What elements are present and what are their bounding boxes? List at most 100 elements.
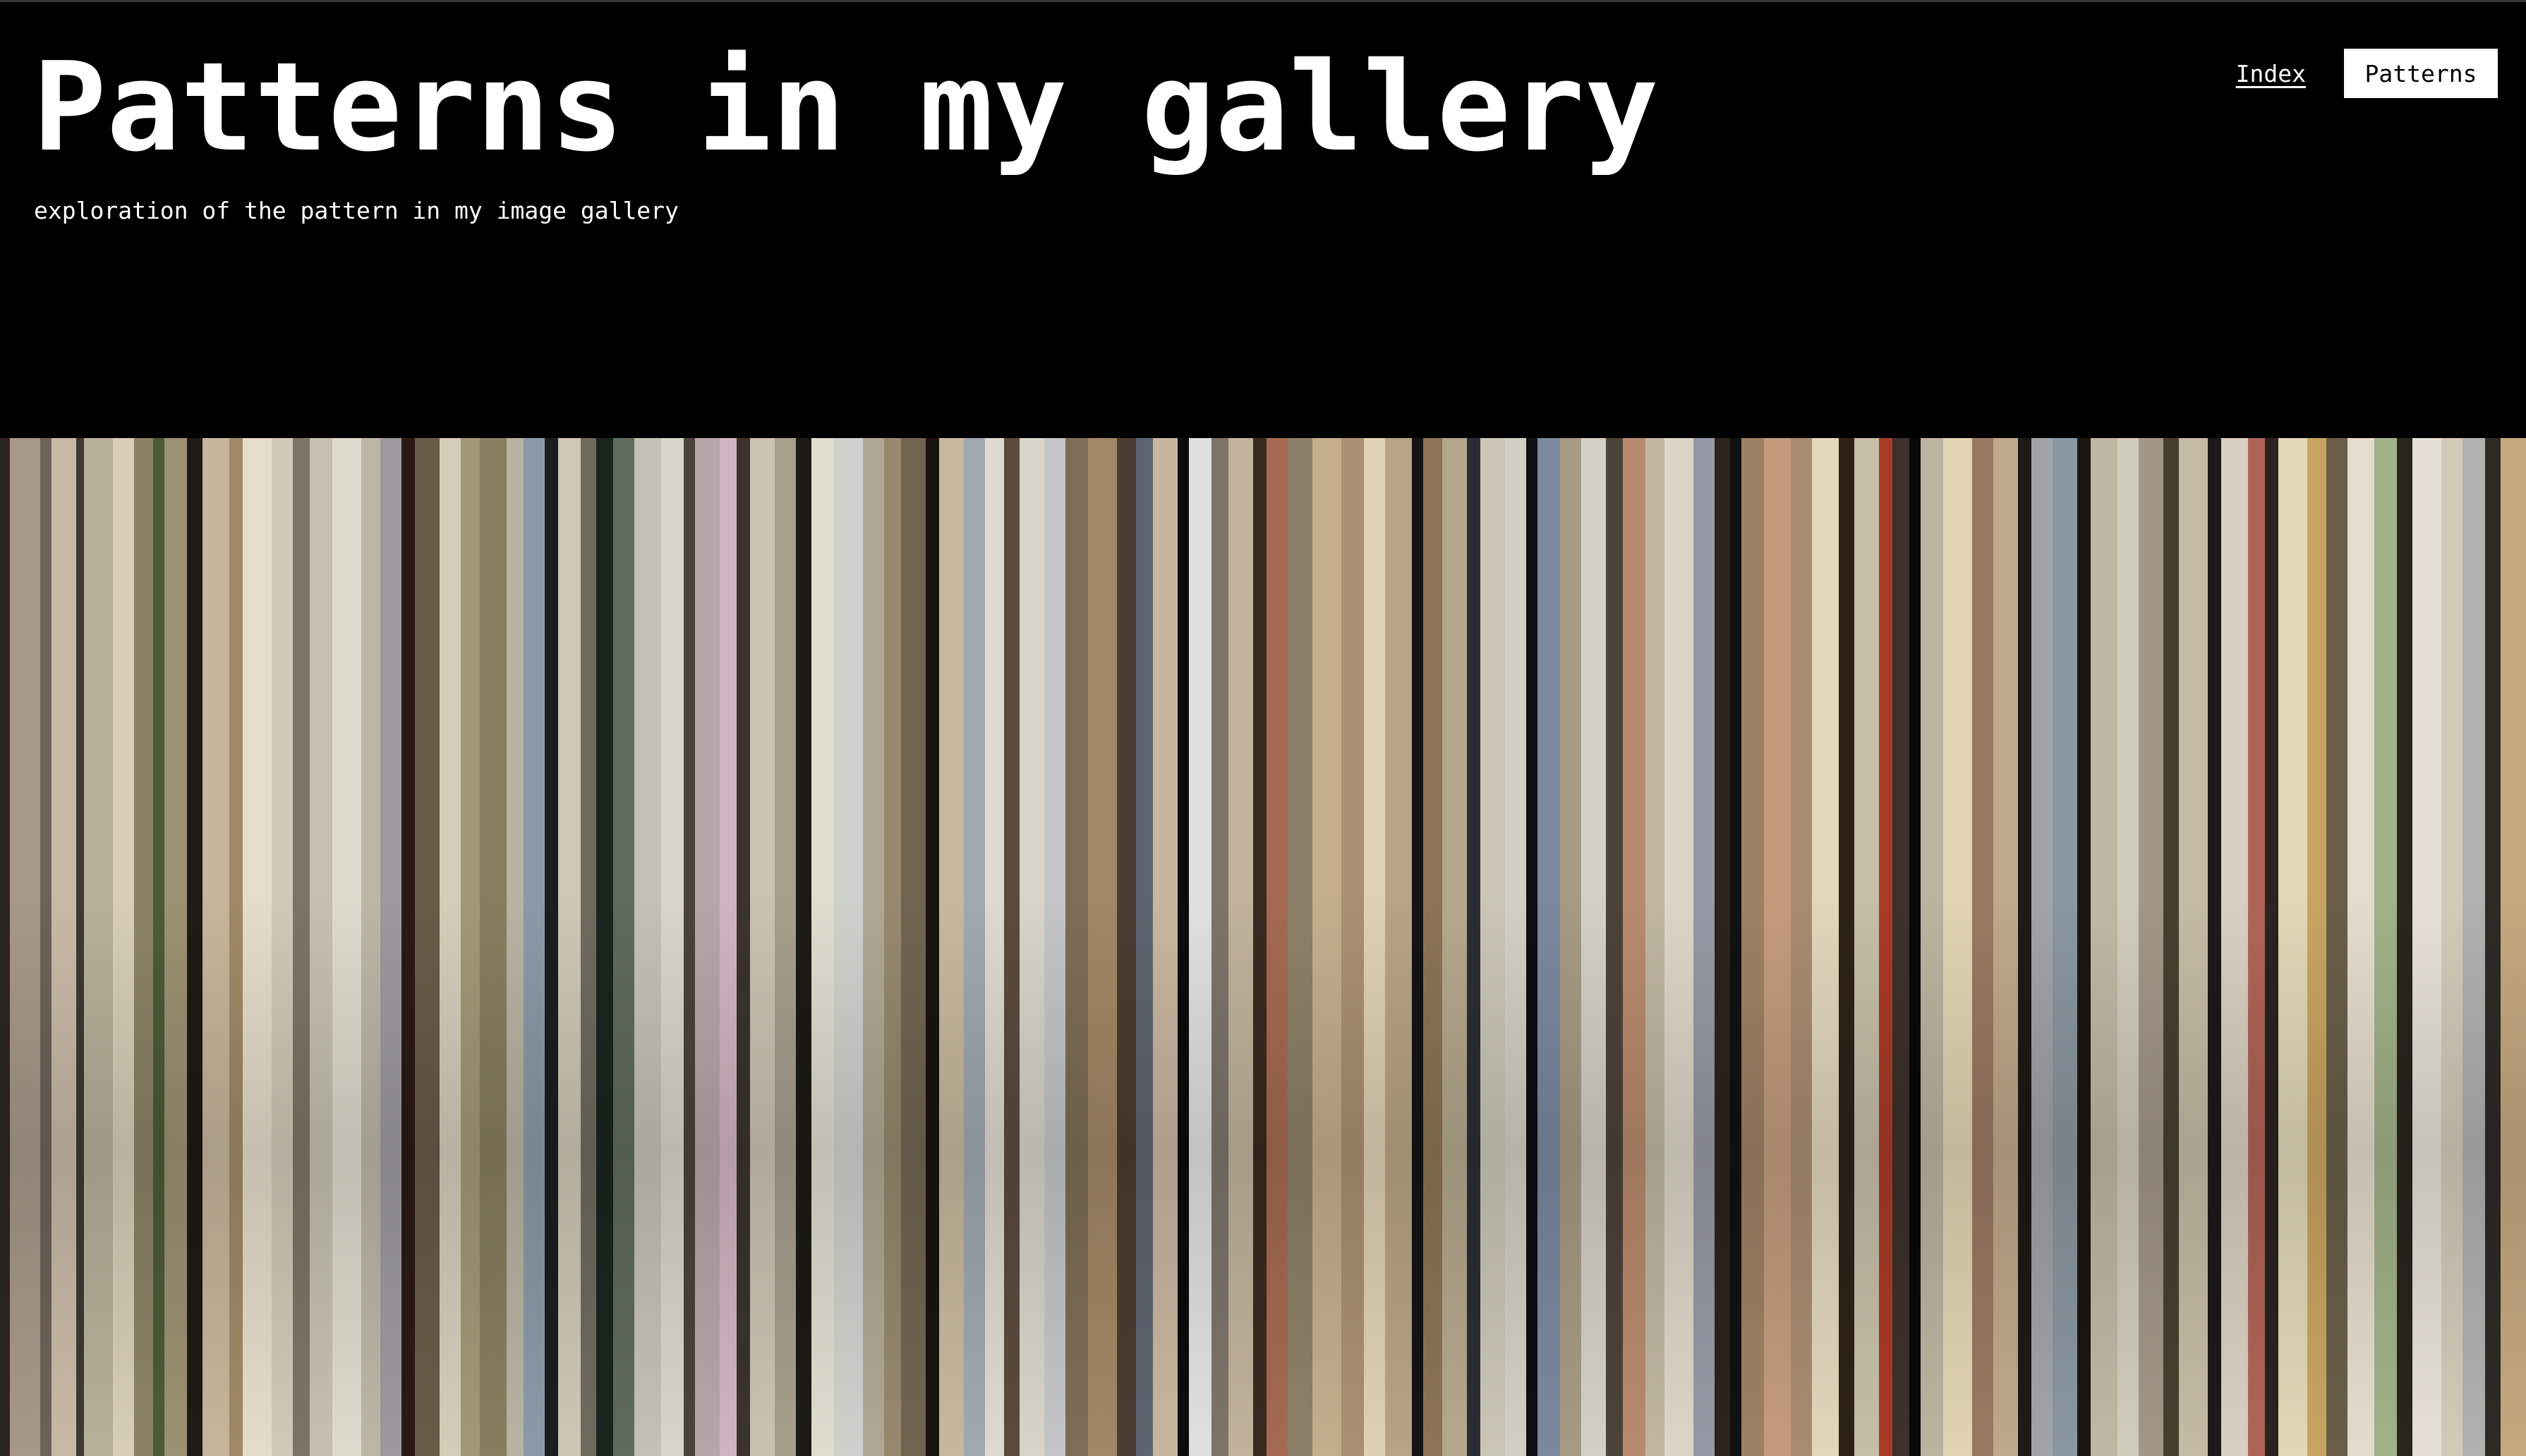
pattern-stripe	[684, 438, 695, 1456]
pattern-stripe	[558, 438, 581, 1456]
pattern-stripe	[52, 438, 76, 1456]
pattern-stripe	[1136, 438, 1153, 1456]
pattern-stripe	[380, 438, 401, 1456]
pattern-stripe	[1442, 438, 1467, 1456]
pattern-stripe	[2248, 438, 2265, 1456]
pattern-stripe	[1312, 438, 1341, 1456]
pattern-stripe	[1341, 438, 1364, 1456]
pattern-stripe	[1412, 438, 1423, 1456]
pattern-stripe	[1423, 438, 1442, 1456]
pattern-stripe	[1664, 438, 1693, 1456]
pattern-stripe	[1623, 438, 1645, 1456]
pattern-stripe	[634, 438, 661, 1456]
pattern-stripe	[1288, 438, 1312, 1456]
pattern-stripe	[1044, 438, 1065, 1456]
pattern-stripe	[1065, 438, 1088, 1456]
pattern-stripe	[76, 438, 84, 1456]
pattern-stripe	[84, 438, 113, 1456]
pattern-stripe	[1764, 438, 1791, 1456]
pattern-stripe	[401, 438, 415, 1456]
pattern-stripe	[811, 438, 834, 1456]
pattern-stripe	[695, 438, 720, 1456]
nav-link-index[interactable]: Index	[2236, 60, 2306, 87]
pattern-stripe	[1854, 438, 1879, 1456]
page-subtitle: exploration of the pattern in my image g…	[34, 197, 679, 224]
pattern-stripe	[1267, 438, 1288, 1456]
pattern-stripe	[1211, 438, 1228, 1456]
pattern-stripe	[440, 438, 461, 1456]
pattern-stripe	[2307, 438, 2326, 1456]
pattern-stripe	[507, 438, 524, 1456]
pattern-stripe	[1972, 438, 1993, 1456]
pattern-stripe	[2278, 438, 2307, 1456]
pattern-stripe	[272, 438, 293, 1456]
pattern-stripe	[1505, 438, 1526, 1456]
pattern-stripe	[985, 438, 1004, 1456]
pattern-stripe	[2139, 438, 2163, 1456]
pattern-stripe	[134, 438, 153, 1456]
pattern-stripe	[834, 438, 863, 1456]
pattern-stripe	[1178, 438, 1189, 1456]
pattern-stripe	[2208, 438, 2221, 1456]
color-pattern-strip	[0, 438, 2526, 1456]
pattern-stripe	[10, 438, 40, 1456]
pattern-stripe	[901, 438, 926, 1456]
pattern-stripe	[1020, 438, 1044, 1456]
pattern-stripe	[1892, 438, 1909, 1456]
main-nav: Index Patterns	[2236, 49, 2498, 98]
pattern-stripe	[1581, 438, 1606, 1456]
pattern-stripe	[1921, 438, 1943, 1456]
pattern-stripe	[2441, 438, 2462, 1456]
pattern-stripe	[2462, 438, 2485, 1456]
pattern-stripe	[1993, 438, 2018, 1456]
pattern-stripe	[1253, 438, 1267, 1456]
pattern-stripe	[2031, 438, 2053, 1456]
pattern-stripe	[661, 438, 684, 1456]
pattern-stripe	[613, 438, 634, 1456]
pattern-stripe	[2018, 438, 2031, 1456]
pattern-stripe	[2412, 438, 2441, 1456]
pattern-stripe	[2053, 438, 2077, 1456]
pattern-stripe	[113, 438, 134, 1456]
pattern-stripe	[187, 438, 203, 1456]
pattern-stripe	[203, 438, 229, 1456]
pattern-stripe	[796, 438, 811, 1456]
pattern-stripe	[750, 438, 775, 1456]
pattern-stripe	[737, 438, 750, 1456]
pattern-stripe	[361, 438, 380, 1456]
pattern-stripe	[2221, 438, 2248, 1456]
pattern-stripe	[720, 438, 737, 1456]
pattern-stripe	[1189, 438, 1211, 1456]
pattern-stripe	[2117, 438, 2139, 1456]
page-title: Patterns in my gallery	[32, 36, 1659, 179]
nav-link-patterns[interactable]: Patterns	[2344, 49, 2498, 98]
pattern-stripe	[964, 438, 985, 1456]
pattern-stripe	[2163, 438, 2179, 1456]
pattern-stripe	[1480, 438, 1505, 1456]
pattern-stripe	[2347, 438, 2374, 1456]
pattern-stripe	[2326, 438, 2347, 1456]
pattern-stripe	[2501, 438, 2526, 1456]
pattern-stripe	[1117, 438, 1136, 1456]
pattern-stripe	[1645, 438, 1664, 1456]
pattern-stripe	[310, 438, 332, 1456]
pattern-stripe	[939, 438, 964, 1456]
pattern-stripe	[1693, 438, 1715, 1456]
pattern-stripe	[1812, 438, 1839, 1456]
pattern-stripe	[1467, 438, 1480, 1456]
pattern-stripe	[229, 438, 243, 1456]
pattern-stripe	[1088, 438, 1117, 1456]
pattern-stripe	[1606, 438, 1623, 1456]
pattern-stripe	[2077, 438, 2091, 1456]
pattern-stripe	[545, 438, 558, 1456]
pattern-stripe	[1943, 438, 1972, 1456]
pattern-stripe	[1228, 438, 1253, 1456]
pattern-stripe	[461, 438, 480, 1456]
pattern-stripe	[40, 438, 52, 1456]
pattern-stripe	[1791, 438, 1812, 1456]
pattern-stripe	[243, 438, 272, 1456]
pattern-stripe	[332, 438, 361, 1456]
pattern-stripe	[2265, 438, 2278, 1456]
pattern-stripe	[1153, 438, 1178, 1456]
pattern-stripe	[2091, 438, 2117, 1456]
